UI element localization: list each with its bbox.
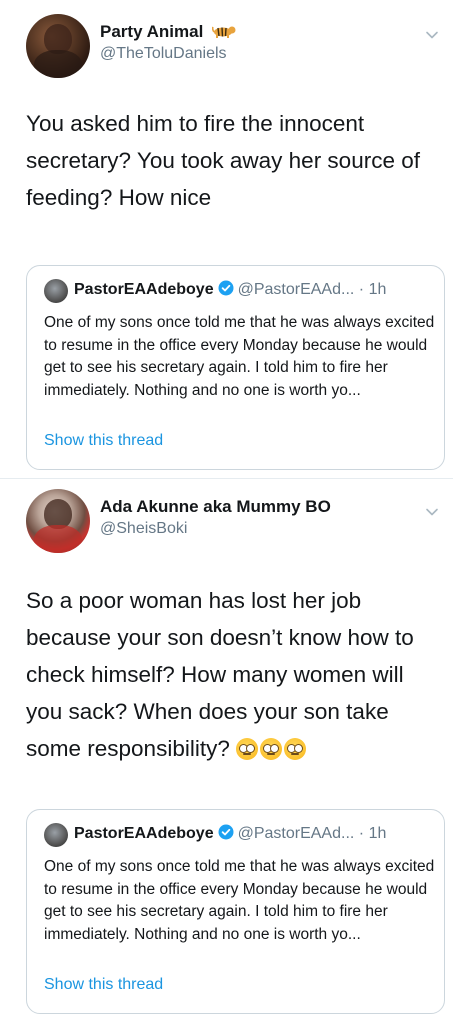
show-thread-link[interactable]: Show this thread [44, 976, 163, 994]
quoted-author-handle: @PastorEAAd... [237, 825, 355, 842]
quoted-avatar [44, 823, 68, 847]
author-handle[interactable]: @SheisBoki [100, 520, 187, 538]
tweet-text: You asked him to fire the innocent secre… [26, 111, 420, 210]
chevron-down-icon[interactable] [425, 505, 439, 519]
tweet[interactable]: Party Animal @TheToluDaniels You asked h… [0, 0, 453, 478]
quoted-text: One of my sons once told me that he was … [44, 314, 435, 399]
avatar-figure-body [34, 50, 82, 78]
flushed-face-emoji-icon [260, 738, 283, 760]
author-handle[interactable]: @TheToluDaniels [100, 45, 227, 63]
author-name[interactable]: Party Animal [100, 22, 236, 42]
tweet[interactable]: Ada Akunne aka Mummy BO @SheisBoki So a … [0, 479, 453, 1024]
quoted-timestamp: 1h [368, 825, 387, 842]
tweet-text-content: So a poor woman has lost her job because… [26, 588, 414, 761]
tiger-emoji-icon [212, 26, 236, 38]
flushed-face-emoji-icon [284, 738, 307, 760]
quoted-header: PastorEAAdeboye @PastorEAAd... · 1h [74, 280, 386, 299]
show-thread-link[interactable]: Show this thread [44, 432, 163, 450]
quoted-author-name: PastorEAAdeboye [74, 825, 214, 842]
chevron-down-icon[interactable] [425, 28, 439, 42]
avatar-figure-body [34, 525, 82, 553]
quoted-tweet[interactable]: PastorEAAdeboye @PastorEAAd... · 1h One … [26, 809, 445, 1014]
quoted-header: PastorEAAdeboye @PastorEAAd... · 1h [74, 824, 386, 843]
verified-badge-icon [218, 824, 234, 840]
quoted-separator: · [358, 825, 365, 842]
quoted-text: One of my sons once told me that he was … [44, 858, 435, 943]
avatar[interactable] [26, 489, 90, 553]
tweet-text: So a poor woman has lost her job because… [26, 582, 436, 771]
quoted-avatar [44, 279, 68, 303]
flushed-face-emoji-icon [236, 738, 259, 760]
avatar[interactable] [26, 14, 90, 78]
quoted-author-name: PastorEAAdeboye [74, 281, 214, 298]
quoted-separator: · [358, 281, 365, 298]
quoted-tweet[interactable]: PastorEAAdeboye @PastorEAAd... · 1h One … [26, 265, 445, 470]
verified-badge-icon [218, 280, 234, 296]
emoji-group [236, 734, 308, 771]
quoted-author-handle: @PastorEAAd... [237, 281, 355, 298]
author-name[interactable]: Ada Akunne aka Mummy BO [100, 497, 331, 517]
author-name-text: Party Animal [100, 22, 204, 41]
quoted-timestamp: 1h [368, 281, 387, 298]
